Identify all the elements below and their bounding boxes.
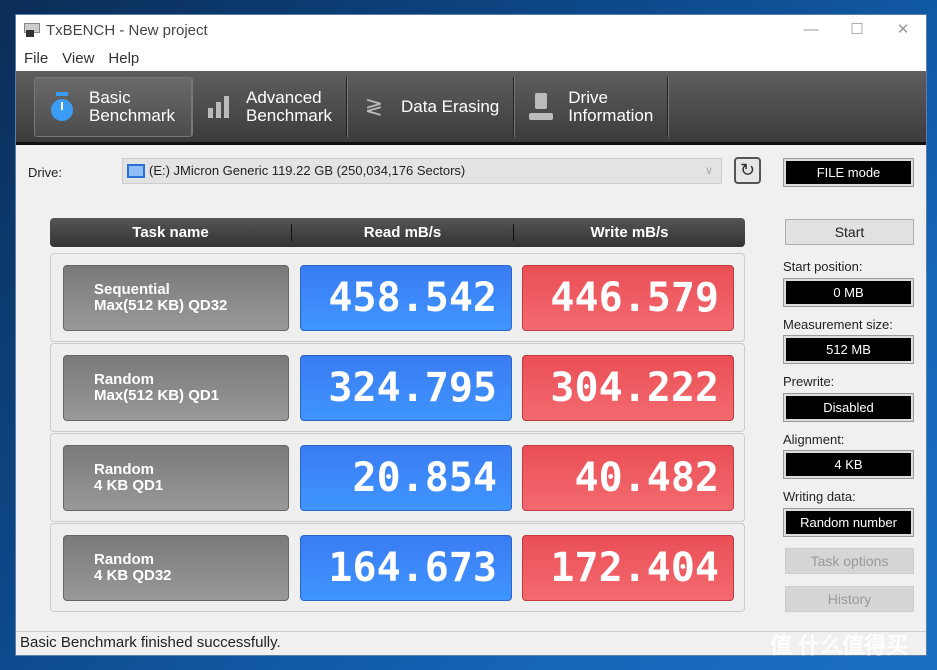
- write-result: 446.579: [522, 265, 734, 331]
- task-button[interactable]: Random 4 KB QD1: [63, 445, 289, 511]
- main-content: Drive: (E:) JMicron Generic 119.22 GB (2…: [16, 145, 926, 629]
- app-icon: [22, 22, 40, 38]
- app-window: TxBENCH - New project — ☐ ✕ File View He…: [15, 14, 927, 656]
- drive-selected-value: (E:) JMicron Generic 119.22 GB (250,034,…: [149, 163, 466, 178]
- drive-label: Drive:: [28, 165, 62, 180]
- tab-label: Information: [568, 105, 654, 125]
- header-task-name: Task name: [50, 224, 292, 241]
- refresh-icon: ↻: [739, 160, 756, 180]
- maximize-button[interactable]: ☐: [834, 15, 880, 45]
- tab-advanced-benchmark[interactable]: Advanced Benchmark: [192, 76, 347, 137]
- task-button[interactable]: Random 4 KB QD32: [63, 535, 289, 601]
- task-button[interactable]: Random Max(512 KB) QD1: [63, 355, 289, 421]
- drive-icon: [127, 164, 145, 178]
- prewrite-field[interactable]: Disabled: [783, 393, 914, 422]
- toolbar: Basic Benchmark Advanced Benchmark ≷ Data …: [16, 71, 926, 145]
- writing-data-field[interactable]: Random number: [783, 508, 914, 537]
- prewrite-label: Prewrite:: [783, 374, 835, 389]
- measurement-size-field[interactable]: 512 MB: [783, 335, 914, 364]
- tab-drive-information[interactable]: Drive Information: [514, 76, 669, 137]
- tab-label: Benchmark: [246, 105, 332, 125]
- read-result: 20.854: [300, 445, 512, 511]
- refresh-button[interactable]: ↻: [734, 157, 761, 184]
- measurement-size-label: Measurement size:: [783, 317, 893, 332]
- drive-info-icon: [528, 92, 554, 122]
- tab-label: Advanced: [246, 87, 322, 107]
- drive-select[interactable]: (E:) JMicron Generic 119.22 GB (250,034,…: [122, 158, 722, 184]
- writing-data-label: Writing data:: [783, 489, 856, 504]
- read-result: 324.795: [300, 355, 512, 421]
- menu-bar: File View Help: [16, 45, 926, 71]
- table-row: Sequential Max(512 KB) QD32 458.542 446.5…: [50, 253, 745, 342]
- title-bar: TxBENCH - New project — ☐ ✕: [16, 15, 926, 45]
- bar-chart-icon: [206, 92, 232, 122]
- tab-label: Benchmark: [89, 105, 175, 125]
- task-name: Sequential: [94, 281, 170, 298]
- menu-file[interactable]: File: [24, 50, 48, 67]
- history-button[interactable]: History: [785, 586, 914, 612]
- task-name: Random: [94, 371, 154, 388]
- write-result: 172.404: [522, 535, 734, 601]
- header-write: Write mB/s: [590, 224, 669, 241]
- task-button[interactable]: Sequential Max(512 KB) QD32: [63, 265, 289, 331]
- close-button[interactable]: ✕: [880, 15, 926, 45]
- start-position-field[interactable]: 0 MB: [783, 278, 914, 307]
- tab-data-erasing[interactable]: ≷ Data Erasing: [347, 76, 515, 137]
- write-result: 40.482: [522, 445, 734, 511]
- window-title: TxBENCH - New project: [46, 21, 208, 39]
- tab-basic-benchmark[interactable]: Basic Benchmark: [34, 76, 192, 137]
- table-row: Random 4 KB QD32 164.673 172.404: [50, 523, 745, 612]
- table-header: Task name Read mB/s Write mB/s: [50, 218, 745, 247]
- chevron-down-icon: ∨: [704, 165, 713, 177]
- read-result: 458.542: [300, 265, 512, 331]
- start-position-label: Start position:: [783, 259, 863, 274]
- read-result: 164.673: [300, 535, 512, 601]
- stopwatch-icon: [49, 91, 75, 122]
- mode-display[interactable]: FILE mode: [783, 158, 914, 187]
- tab-label: Basic: [89, 87, 131, 107]
- write-result: 304.222: [522, 355, 734, 421]
- table-row: Random Max(512 KB) QD1 324.795 304.222: [50, 343, 745, 432]
- menu-help[interactable]: Help: [108, 50, 139, 67]
- task-detail: Max(512 KB) QD1: [94, 387, 220, 404]
- task-detail: 4 KB QD1: [94, 477, 164, 494]
- task-detail: 4 KB QD32: [94, 567, 172, 584]
- task-options-button[interactable]: Task options: [785, 548, 914, 574]
- task-detail: Max(512 KB) QD32: [94, 297, 228, 314]
- header-read: Read mB/s: [292, 224, 514, 241]
- start-button[interactable]: Start: [785, 219, 914, 245]
- tab-label: Data Erasing: [400, 96, 500, 116]
- tab-label: Drive: [568, 87, 608, 107]
- alignment-label: Alignment:: [783, 432, 845, 447]
- task-name: Random: [94, 461, 154, 478]
- watermark-logo: 值 什么值得买: [770, 633, 909, 658]
- minimize-button[interactable]: —: [788, 15, 834, 45]
- menu-view[interactable]: View: [62, 50, 94, 67]
- table-row: Random 4 KB QD1 20.854 40.482: [50, 433, 745, 522]
- alignment-field[interactable]: 4 KB: [783, 450, 914, 479]
- task-name: Random: [94, 551, 154, 568]
- eraser-icon: ≷: [364, 93, 384, 119]
